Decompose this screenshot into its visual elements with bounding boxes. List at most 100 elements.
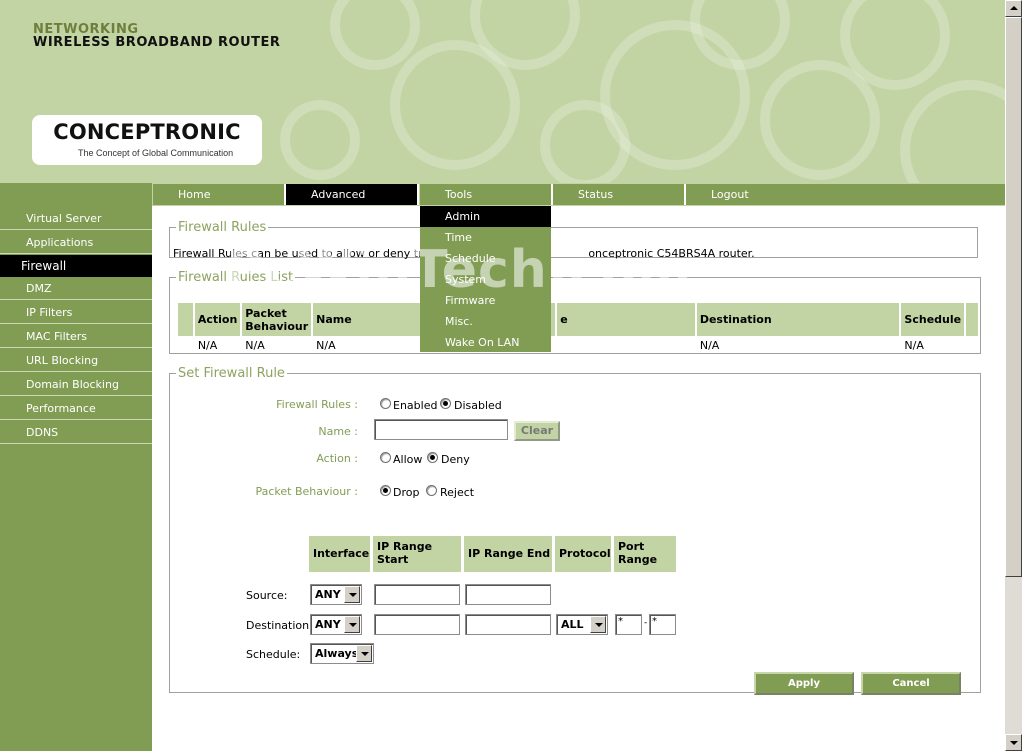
chevron-down-icon [356, 645, 372, 662]
nav-divider [417, 184, 419, 205]
source-label: Source: [246, 589, 288, 602]
header-ip-range-end: IP Range End [464, 536, 552, 572]
sidebar-item-ip-filters[interactable]: IP Filters [0, 302, 152, 324]
set-firewall-rule-box: Set Firewall Rule Firewall Rules : Enabl… [169, 366, 981, 695]
chevron-down-icon [344, 616, 360, 633]
header-protocol: Protocol [555, 536, 611, 572]
menu-item-admin[interactable]: Admin [420, 206, 551, 227]
disabled-radio[interactable] [440, 398, 451, 409]
vertical-scrollbar[interactable] [1005, 0, 1022, 751]
chevron-down-icon [590, 616, 606, 633]
port-to-input[interactable]: * [649, 614, 676, 635]
sidebar-item-performance[interactable]: Performance [0, 398, 152, 420]
page-header: NETWORKING WIRELESS BROADBAND ROUTER CON… [0, 0, 1005, 183]
sidebar-item-virtual-server[interactable]: Virtual Server [0, 208, 152, 230]
logo-tagline: The Concept of Global Communication [78, 148, 234, 158]
cell-schedule: N/A [904, 339, 924, 352]
scroll-thumb[interactable] [1005, 17, 1022, 577]
destination-interface-select[interactable]: ANY [310, 614, 362, 635]
source-interface-select[interactable]: ANY [310, 584, 362, 605]
scroll-up-icon[interactable] [1005, 0, 1022, 17]
brand-product: WIRELESS BROADBAND ROUTER [33, 35, 281, 50]
header-interface: Interface [309, 536, 370, 572]
tools-dropdown-menu: Admin Time Schedule System Firmware Misc… [420, 206, 551, 352]
menu-item-time[interactable]: Time [420, 227, 551, 248]
cell-packet: N/A [245, 339, 265, 352]
nav-tools[interactable]: Tools [420, 184, 551, 205]
col-edit [966, 303, 978, 336]
col-destination: Destination [696, 303, 900, 336]
nav-logout[interactable]: Logout [686, 184, 1005, 205]
nav-status-label: Status [578, 188, 614, 201]
destination-label: Destination: [246, 619, 313, 632]
schedule-select[interactable]: Always [310, 643, 374, 664]
source-interface-value: ANY [315, 588, 341, 601]
menu-item-misc[interactable]: Misc. [420, 311, 551, 332]
col-packet-behaviour: Packet Behaviour [242, 303, 312, 336]
header-ip-range-start: IP Range Start [373, 536, 461, 572]
schedule-label: Schedule: [246, 648, 301, 661]
drop-label: Drop [393, 486, 420, 499]
sidebar-item-applications[interactable]: Applications [0, 232, 152, 254]
protocol-select[interactable]: ALL [556, 614, 608, 635]
nav-advanced[interactable]: Advanced [286, 184, 417, 205]
allow-label: Allow [393, 453, 423, 466]
cell-destination: N/A [699, 339, 720, 352]
reject-radio[interactable] [426, 485, 437, 496]
nav-advanced-label: Advanced [311, 188, 366, 201]
cell [966, 338, 978, 353]
deny-radio[interactable] [427, 452, 438, 463]
menu-item-schedule[interactable]: Schedule [420, 248, 551, 269]
sidebar: Virtual Server Applications Firewall DMZ… [0, 183, 152, 751]
firewall-rules-box: Firewall Rules Firewall Rules can be use… [169, 220, 978, 260]
sidebar-item-firewall[interactable]: Firewall [0, 255, 152, 277]
source-ip-start-input[interactable] [374, 584, 460, 605]
enabled-radio[interactable] [380, 398, 391, 409]
apply-button[interactable]: Apply [754, 672, 854, 695]
destination-ip-start-input[interactable] [374, 614, 460, 635]
drop-radio[interactable] [380, 485, 391, 496]
cell [178, 338, 193, 353]
menu-item-wake-on-lan[interactable]: Wake On LAN [420, 332, 551, 353]
firewall-rules-legend: Firewall Rules [178, 220, 267, 235]
sidebar-item-ddns[interactable]: DDNS [0, 422, 152, 444]
scroll-down-icon[interactable] [1005, 734, 1022, 751]
logo-name: CONCEPTRONIC [53, 120, 241, 144]
disabled-label: Disabled [454, 399, 502, 412]
menu-item-firmware[interactable]: Firmware [420, 290, 551, 311]
nav-tools-label: Tools [445, 188, 473, 201]
nav-home[interactable]: Home [153, 184, 284, 205]
nav-status[interactable]: Status [553, 184, 684, 205]
sidebar-item-url-blocking[interactable]: URL Blocking [0, 350, 152, 372]
col-checkbox [178, 303, 193, 336]
source-ip-end-input[interactable] [465, 584, 551, 605]
description-end: onceptronic C54BRS4A router. [588, 247, 755, 260]
firewall-rules-label: Firewall Rules : [276, 398, 358, 411]
protocol-value: ALL [561, 618, 584, 631]
sidebar-item-dmz[interactable]: DMZ [0, 278, 152, 300]
main-panel: Firewall Rules Firewall Rules can be use… [152, 206, 1005, 751]
description-start: Firewall Rules can be used to allow or d… [173, 247, 454, 260]
cancel-button[interactable]: Cancel [861, 672, 961, 695]
destination-ip-end-input[interactable] [465, 614, 551, 635]
deny-label: Deny [441, 453, 470, 466]
enabled-label: Enabled [393, 399, 438, 412]
cell-action: N/A [197, 339, 218, 352]
sidebar-item-mac-filters[interactable]: MAC Filters [0, 326, 152, 348]
conceptronic-logo: CONCEPTRONIC The Concept of Global Commu… [32, 115, 262, 165]
firewall-rules-list-box: Firewall Rules List Action Packet Behavi… [169, 270, 981, 354]
menu-item-system[interactable]: System [420, 269, 551, 290]
port-from-input[interactable]: * [615, 614, 642, 635]
clear-button[interactable]: Clear [514, 421, 560, 441]
allow-radio[interactable] [380, 452, 391, 463]
chevron-down-icon [344, 586, 360, 603]
action-label: Action : [316, 452, 358, 465]
name-input[interactable] [374, 419, 508, 440]
sidebar-item-domain-blocking[interactable]: Domain Blocking [0, 374, 152, 396]
nav-home-label: Home [178, 188, 211, 201]
table-row: N/A N/A N/A N/A N/A [178, 338, 978, 353]
packet-behaviour-label: Packet Behaviour : [255, 485, 358, 498]
col-source: e [557, 303, 695, 336]
header-port-range: Port Range [614, 536, 676, 572]
set-firewall-rule-legend: Set Firewall Rule [178, 366, 285, 381]
